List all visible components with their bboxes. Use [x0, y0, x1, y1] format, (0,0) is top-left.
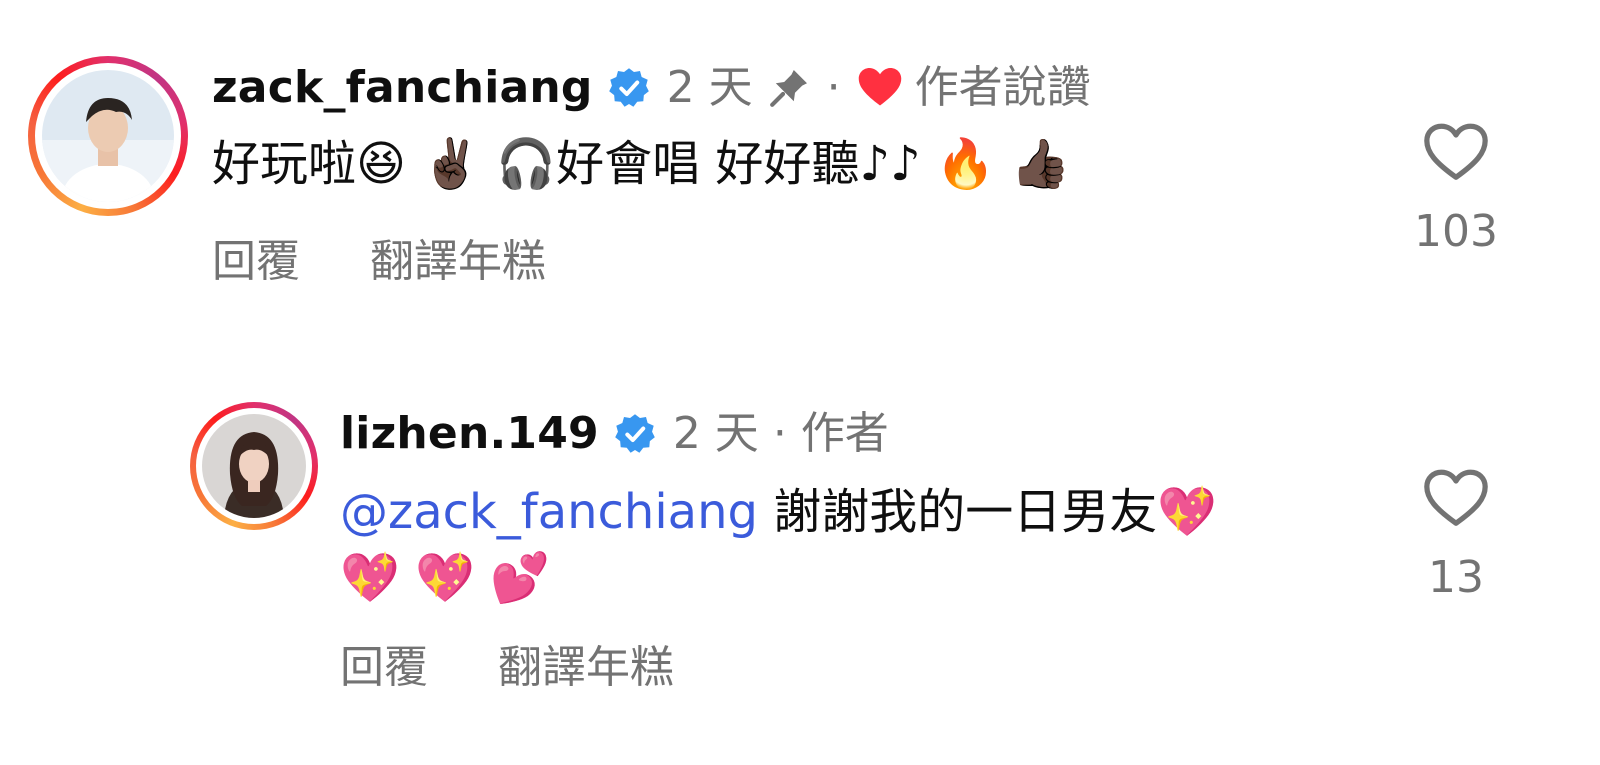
heart-filled-icon: [858, 68, 901, 106]
comment-header: lizhen.149 2 天 · 作者: [340, 406, 889, 462]
separator-dot: ·: [772, 408, 787, 459]
heart-outline-icon[interactable]: [1421, 464, 1491, 530]
reply-button[interactable]: 回覆: [212, 234, 300, 290]
avatar-photo-zack: [42, 70, 174, 202]
mention-link[interactable]: @zack_fanchiang: [340, 484, 758, 540]
comment-text: 謝謝我的一日男友💖: [757, 484, 1218, 540]
heart-outline-icon[interactable]: [1421, 118, 1491, 184]
comment-time: 2 天: [672, 408, 759, 459]
like-column: 103: [1396, 118, 1516, 257]
pin-icon: [769, 70, 807, 107]
author-label: 作者: [800, 408, 889, 459]
like-count: 103: [1414, 206, 1498, 257]
username[interactable]: lizhen.149: [340, 406, 599, 462]
comment-text: 好玩啦😆 ✌🏿 🎧好會唱 好好聽♪♪ 🔥 👍🏿: [212, 136, 1071, 192]
avatar-zack[interactable]: [28, 56, 188, 216]
reply-button[interactable]: 回覆: [340, 640, 428, 696]
comment-text-line2: 💖 💖 💕: [340, 550, 550, 606]
comment-actions: 回覆 翻譯年糕: [340, 640, 674, 696]
like-column: 13: [1396, 464, 1516, 603]
separator-dot: ·: [826, 62, 841, 113]
author-liked-label: 作者說讚: [914, 62, 1091, 113]
verified-badge-icon: [608, 68, 649, 107]
translate-button[interactable]: 翻譯年糕: [498, 640, 674, 696]
comment-time: 2 天: [666, 62, 753, 113]
translate-button[interactable]: 翻譯年糕: [370, 234, 546, 290]
username[interactable]: zack_fanchiang: [212, 60, 593, 116]
verified-badge-icon: [615, 414, 655, 453]
comment-actions: 回覆 翻譯年糕: [212, 234, 546, 290]
avatar-lizhen[interactable]: [190, 402, 318, 530]
avatar-photo-lizhen: [202, 414, 306, 518]
comment-text-line1: @zack_fanchiang 謝謝我的一日男友💖: [340, 480, 1217, 544]
comment-header: zack_fanchiang 2 天 · 作者說讚: [212, 60, 1091, 116]
like-count: 13: [1428, 552, 1484, 603]
